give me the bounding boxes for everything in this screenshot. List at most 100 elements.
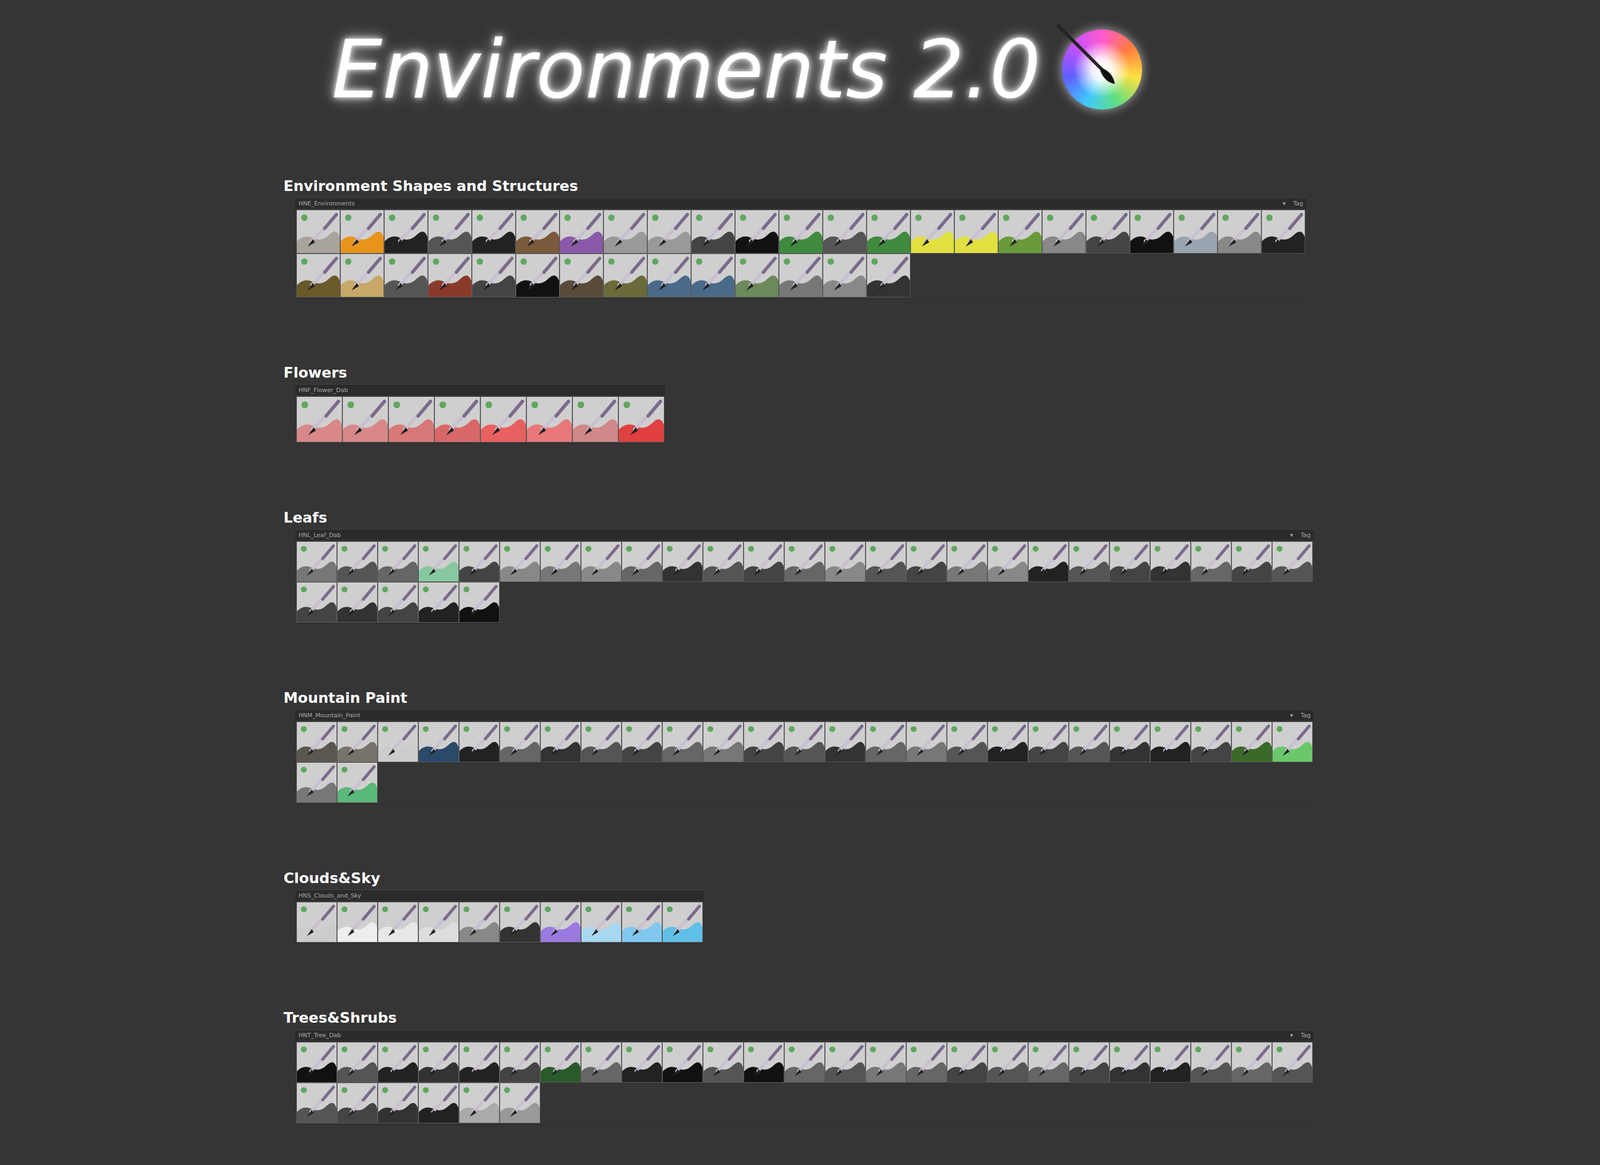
brush-preset[interactable]	[1190, 1042, 1232, 1083]
brush-preset[interactable]	[784, 721, 825, 763]
brush-preset[interactable]	[865, 541, 907, 583]
dropdown-arrow[interactable]: ▾	[1290, 531, 1294, 539]
dropdown-arrow[interactable]: ▾	[1290, 1031, 1294, 1039]
brush-preset[interactable]	[603, 209, 648, 254]
brush-preset[interactable]	[340, 253, 385, 298]
brush-preset[interactable]	[427, 209, 472, 254]
brush-preset[interactable]	[499, 1082, 541, 1124]
brush-preset[interactable]	[296, 209, 341, 254]
brush-preset[interactable]	[1272, 721, 1313, 763]
brush-preset[interactable]	[1028, 721, 1069, 763]
brush-preset[interactable]	[662, 901, 703, 943]
brush-preset[interactable]	[458, 1042, 500, 1083]
brush-preset[interactable]	[1068, 541, 1110, 583]
dropdown-arrow[interactable]: ▾	[1290, 712, 1294, 719]
brush-preset[interactable]	[418, 901, 459, 943]
brush-preset[interactable]	[515, 209, 560, 254]
brush-preset[interactable]	[377, 1042, 419, 1083]
brush-preset[interactable]	[1150, 721, 1191, 763]
brush-preset[interactable]	[1028, 1042, 1069, 1083]
brush-preset[interactable]	[621, 721, 663, 763]
brush-preset[interactable]	[458, 1082, 500, 1124]
dropdown-arrow[interactable]: ▾	[1282, 200, 1286, 208]
brush-preset[interactable]	[702, 721, 744, 763]
brush-preset[interactable]	[559, 253, 604, 298]
brush-preset[interactable]	[691, 209, 736, 254]
brush-preset[interactable]	[296, 1042, 338, 1083]
tag-button[interactable]: Tag	[1300, 1031, 1311, 1039]
brush-preset[interactable]	[910, 209, 955, 254]
brush-preset[interactable]	[743, 721, 785, 763]
brush-preset[interactable]	[1109, 541, 1151, 583]
brush-preset[interactable]	[499, 541, 541, 583]
brush-preset[interactable]	[1068, 721, 1110, 763]
brush-preset[interactable]	[647, 209, 692, 254]
brush-preset[interactable]	[906, 1042, 947, 1083]
brush-preset[interactable]	[434, 396, 481, 443]
brush-preset[interactable]	[384, 253, 428, 298]
brush-preset[interactable]	[1068, 1042, 1110, 1083]
brush-preset[interactable]	[515, 253, 560, 298]
brush-preset[interactable]	[337, 541, 378, 583]
brush-preset[interactable]	[296, 396, 343, 443]
tag-button[interactable]: Tag	[1300, 531, 1311, 539]
brush-preset[interactable]	[427, 253, 472, 298]
brush-preset[interactable]	[337, 721, 378, 763]
brush-preset[interactable]	[337, 901, 378, 943]
brush-preset[interactable]	[418, 1082, 459, 1124]
brush-preset[interactable]	[377, 541, 419, 583]
brush-preset[interactable]	[866, 253, 911, 298]
brush-preset[interactable]	[296, 901, 338, 943]
brush-preset[interactable]	[337, 762, 378, 803]
brush-preset[interactable]	[296, 582, 338, 623]
brush-preset[interactable]	[735, 209, 779, 254]
brush-preset[interactable]	[1190, 721, 1232, 763]
brush-preset[interactable]	[1150, 541, 1191, 583]
brush-preset[interactable]	[954, 209, 999, 254]
brush-preset[interactable]	[662, 721, 703, 763]
brush-preset[interactable]	[946, 1042, 988, 1083]
brush-preset[interactable]	[580, 1042, 622, 1083]
brush-preset[interactable]	[458, 721, 500, 763]
tag-button[interactable]: Tag	[1292, 200, 1304, 208]
brush-preset[interactable]	[471, 253, 516, 298]
brush-preset[interactable]	[388, 396, 435, 443]
brush-preset[interactable]	[1085, 209, 1130, 254]
brush-preset[interactable]	[906, 541, 947, 583]
brush-preset[interactable]	[946, 541, 988, 583]
brush-preset[interactable]	[418, 1042, 459, 1083]
brush-preset[interactable]	[1261, 209, 1306, 254]
brush-preset[interactable]	[526, 396, 573, 443]
brush-preset[interactable]	[784, 1042, 825, 1083]
brush-preset[interactable]	[580, 901, 622, 943]
brush-preset[interactable]	[1129, 209, 1174, 254]
brush-preset[interactable]	[1028, 541, 1069, 583]
brush-preset[interactable]	[540, 901, 581, 943]
brush-preset[interactable]	[296, 541, 338, 583]
brush-preset[interactable]	[603, 253, 648, 298]
brush-preset[interactable]	[998, 209, 1043, 254]
brush-preset[interactable]	[743, 1042, 785, 1083]
brush-preset[interactable]	[296, 762, 338, 803]
brush-preset[interactable]	[618, 396, 665, 443]
brush-preset[interactable]	[778, 209, 823, 254]
brush-preset[interactable]	[499, 1042, 541, 1083]
brush-preset[interactable]	[865, 1042, 907, 1083]
brush-preset[interactable]	[987, 541, 1029, 583]
brush-preset[interactable]	[784, 541, 825, 583]
brush-preset[interactable]	[418, 582, 459, 623]
brush-preset[interactable]	[946, 721, 988, 763]
brush-preset[interactable]	[1217, 209, 1262, 254]
brush-preset[interactable]	[377, 901, 419, 943]
brush-preset[interactable]	[480, 396, 527, 443]
brush-preset[interactable]	[337, 1082, 378, 1124]
brush-preset[interactable]	[1272, 541, 1313, 583]
brush-preset[interactable]	[1109, 1042, 1151, 1083]
brush-preset[interactable]	[1231, 1042, 1273, 1083]
brush-preset[interactable]	[778, 253, 823, 298]
brush-preset[interactable]	[471, 209, 516, 254]
brush-preset[interactable]	[735, 253, 779, 298]
brush-preset[interactable]	[1231, 721, 1273, 763]
brush-preset[interactable]	[337, 582, 378, 623]
brush-preset[interactable]	[702, 541, 744, 583]
